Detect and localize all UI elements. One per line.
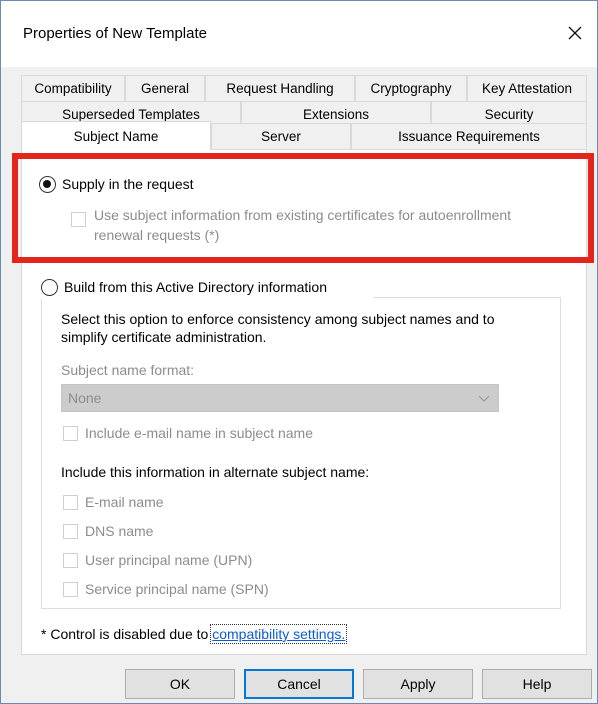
subject-name-format-value: None	[68, 390, 102, 406]
supply-in-request-label[interactable]: Supply in the request	[62, 176, 194, 192]
alt-spn-checkbox[interactable]	[63, 582, 78, 597]
tab-compatibility[interactable]: Compatibility	[21, 75, 125, 101]
dialog-title: Properties of New Template	[23, 25, 207, 42]
use-existing-subject-checkbox[interactable]	[71, 212, 86, 227]
tab-subject-name[interactable]: Subject Name	[21, 121, 211, 150]
help-button[interactable]: Help	[482, 669, 592, 699]
disabled-note: * Control is disabled due to compatibili…	[41, 624, 348, 644]
build-desc-line1: Select this option to enforce consistenc…	[61, 311, 495, 327]
compatibility-settings-link[interactable]: compatibility settings.	[212, 626, 345, 642]
tab-row-3: Subject Name Server Issuance Requirement…	[21, 121, 587, 150]
alt-upn-checkbox[interactable]	[63, 553, 78, 568]
build-from-ad-label[interactable]: Build from this Active Directory informa…	[64, 279, 327, 295]
alt-dns-label: DNS name	[85, 523, 154, 539]
use-existing-subject-label-line2: renewal requests (*)	[94, 227, 220, 243]
title-bar: Properties of New Template	[1, 1, 597, 67]
tab-issuance-requirements[interactable]: Issuance Requirements	[351, 123, 587, 149]
apply-button[interactable]: Apply	[363, 669, 473, 699]
close-icon	[568, 26, 582, 40]
supply-in-request-radio[interactable]	[39, 176, 56, 193]
use-existing-subject-label-line1: Use subject information from existing ce…	[94, 207, 512, 223]
include-email-label: Include e-mail name in subject name	[85, 425, 314, 441]
alt-spn-label: Service principal name (SPN)	[85, 581, 269, 597]
close-button[interactable]	[553, 11, 597, 55]
tab-cryptography[interactable]: Cryptography	[355, 75, 467, 101]
alt-dns-checkbox[interactable]	[63, 524, 78, 539]
disabled-note-text: * Control is disabled due to	[41, 626, 213, 642]
alt-subject-heading: Include this information in alternate su…	[61, 464, 370, 480]
tab-server[interactable]: Server	[211, 123, 351, 149]
tab-request-handling[interactable]: Request Handling	[205, 75, 355, 101]
build-from-ad-radio[interactable]	[41, 279, 58, 296]
subject-name-format-select[interactable]: None	[61, 384, 499, 412]
alt-upn-label: User principal name (UPN)	[85, 552, 253, 568]
subject-name-format-label: Subject name format:	[61, 362, 195, 378]
tab-row-1: Compatibility General Request Handling C…	[21, 75, 587, 101]
chevron-down-icon	[478, 395, 490, 402]
ok-button[interactable]: OK	[125, 669, 235, 699]
properties-dialog: Properties of New Template Compatibility…	[0, 0, 598, 704]
tab-general[interactable]: General	[125, 75, 205, 101]
alt-email-label: E-mail name	[85, 494, 164, 510]
build-desc-line2: simplify certificate administration.	[61, 329, 267, 345]
cancel-button[interactable]: Cancel	[244, 669, 354, 699]
include-email-checkbox[interactable]	[63, 426, 78, 441]
alt-email-checkbox[interactable]	[63, 495, 78, 510]
tab-key-attestation[interactable]: Key Attestation	[467, 75, 587, 101]
